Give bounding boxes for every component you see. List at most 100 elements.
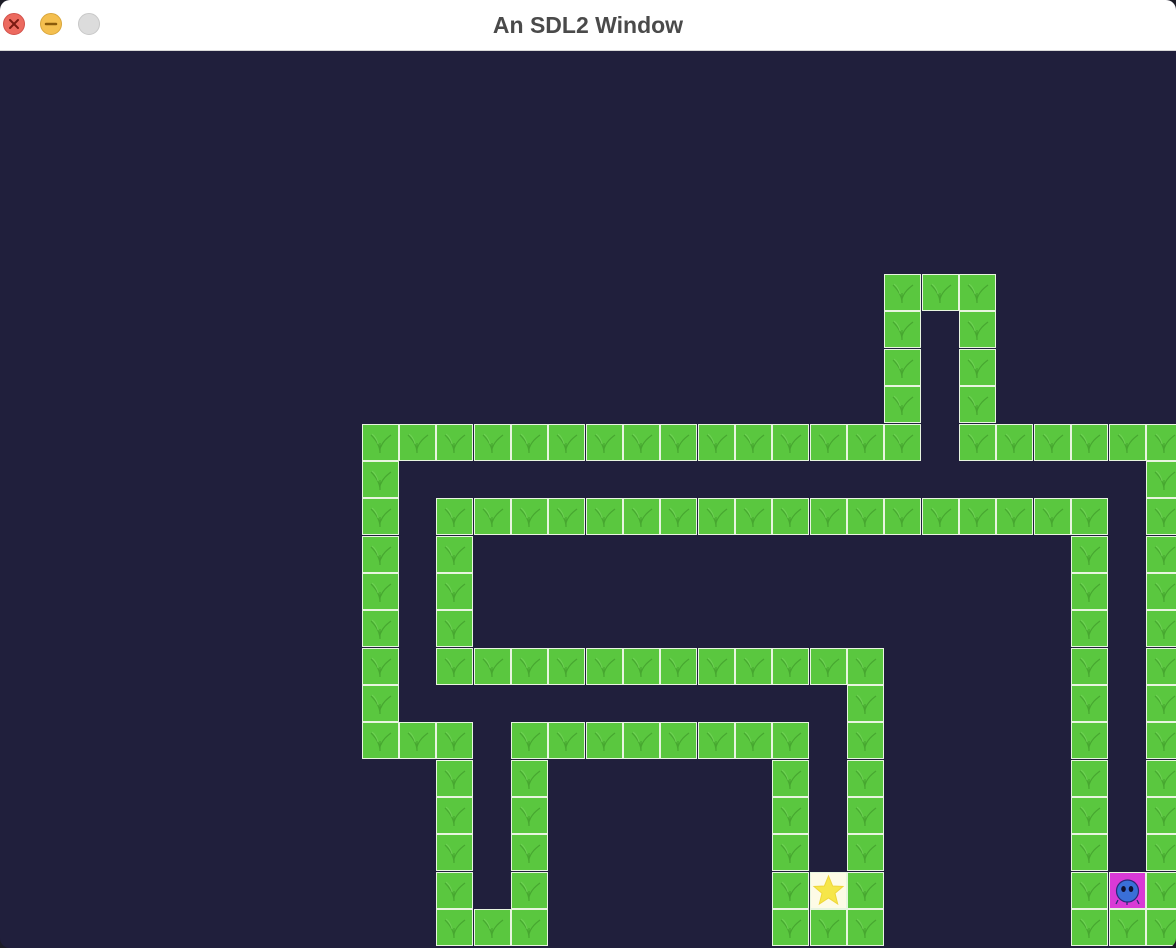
game-canvas[interactable]: [0, 51, 1176, 948]
grass-leaf-icon: [1079, 881, 1101, 902]
grass-leaf-icon: [444, 433, 466, 454]
grass-leaf-icon: [1079, 843, 1101, 864]
grass-tile: [1146, 648, 1176, 685]
grass-leaf-icon: [1154, 731, 1176, 752]
grass-leaf-icon: [519, 433, 541, 454]
grass-leaf-icon: [482, 918, 504, 939]
grass-tile: [399, 722, 436, 759]
grass-leaf-icon: [780, 657, 802, 678]
grass-leaf-icon: [444, 582, 466, 603]
grass-leaf-icon: [1154, 545, 1176, 566]
grass-tile: [959, 349, 996, 386]
grass-leaf-icon: [519, 657, 541, 678]
grass-tile: [474, 498, 511, 535]
grass-leaf-icon: [743, 433, 765, 454]
grass-tile: [1071, 536, 1108, 573]
grass-leaf-icon: [818, 657, 840, 678]
grass-leaf-icon: [370, 433, 392, 454]
grass-tile: [511, 424, 548, 461]
grass-tile: [362, 685, 399, 722]
grass-tile: [1071, 909, 1108, 946]
grass-leaf-icon: [370, 507, 392, 528]
grass-tile: [586, 498, 623, 535]
grass-tile: [959, 386, 996, 423]
grass-tile: [362, 498, 399, 535]
grass-tile: [772, 760, 809, 797]
grass-tile: [660, 498, 697, 535]
grass-tile: [1146, 424, 1176, 461]
grass-leaf-icon: [631, 433, 653, 454]
grass-leaf-icon: [444, 657, 466, 678]
grass-leaf-icon: [706, 731, 728, 752]
grass-tile: [959, 311, 996, 348]
grass-tile: [436, 834, 473, 871]
grass-leaf-icon: [482, 507, 504, 528]
grass-tile: [884, 274, 921, 311]
grass-leaf-icon: [780, 769, 802, 790]
grass-leaf-icon: [743, 657, 765, 678]
grass-leaf-icon: [594, 433, 616, 454]
grass-tile: [362, 610, 399, 647]
grass-leaf-icon: [1154, 619, 1176, 640]
grass-leaf-icon: [370, 619, 392, 640]
grass-leaf-icon: [1004, 507, 1026, 528]
grass-leaf-icon: [1154, 470, 1176, 491]
grass-leaf-icon: [1154, 582, 1176, 603]
grass-leaf-icon: [444, 918, 466, 939]
grass-leaf-icon: [855, 881, 877, 902]
grass-tile: [922, 274, 959, 311]
grass-leaf-icon: [519, 769, 541, 790]
grass-tile: [436, 424, 473, 461]
title-bar[interactable]: An SDL2 Window: [0, 0, 1176, 51]
grass-tile: [362, 573, 399, 610]
grass-tile: [511, 760, 548, 797]
grass-leaf-icon: [594, 731, 616, 752]
grass-leaf-icon: [556, 657, 578, 678]
grass-tile: [959, 274, 996, 311]
grass-leaf-icon: [892, 358, 914, 379]
grass-leaf-icon: [967, 320, 989, 341]
grass-tile: [436, 909, 473, 946]
grass-tile: [959, 498, 996, 535]
grass-tile: [772, 648, 809, 685]
grass-leaf-icon: [668, 657, 690, 678]
grass-leaf-icon: [1079, 619, 1101, 640]
grass-leaf-icon: [892, 283, 914, 304]
grass-leaf-icon: [855, 507, 877, 528]
grass-tile: [436, 797, 473, 834]
grass-leaf-icon: [370, 731, 392, 752]
grass-tile: [362, 424, 399, 461]
grass-tile: [810, 498, 847, 535]
grass-tile: [1034, 424, 1071, 461]
grass-leaf-icon: [855, 657, 877, 678]
grass-leaf-icon: [855, 433, 877, 454]
grass-leaf-icon: [444, 769, 466, 790]
grass-tile: [436, 610, 473, 647]
grass-tile: [660, 648, 697, 685]
grass-tile: [884, 424, 921, 461]
grass-tile: [772, 424, 809, 461]
grass-tile: [772, 872, 809, 909]
grass-leaf-icon: [892, 433, 914, 454]
grass-tile: [810, 648, 847, 685]
grass-tile: [1146, 760, 1176, 797]
grass-tile: [548, 424, 585, 461]
grass-tile: [772, 722, 809, 759]
grass-leaf-icon: [743, 731, 765, 752]
grass-tile: [1071, 573, 1108, 610]
grass-leaf-icon: [780, 843, 802, 864]
grass-leaf-icon: [519, 507, 541, 528]
grass-tile: [1109, 424, 1146, 461]
grass-tile: [436, 760, 473, 797]
grass-leaf-icon: [930, 507, 952, 528]
grass-leaf-icon: [706, 433, 728, 454]
grass-leaf-icon: [556, 433, 578, 454]
grass-tile: [623, 424, 660, 461]
grass-tile: [698, 722, 735, 759]
grass-leaf-icon: [519, 731, 541, 752]
grass-leaf-icon: [818, 918, 840, 939]
grass-tile: [1146, 722, 1176, 759]
grass-leaf-icon: [1079, 769, 1101, 790]
grass-tile: [399, 424, 436, 461]
grass-tile: [1109, 909, 1146, 946]
